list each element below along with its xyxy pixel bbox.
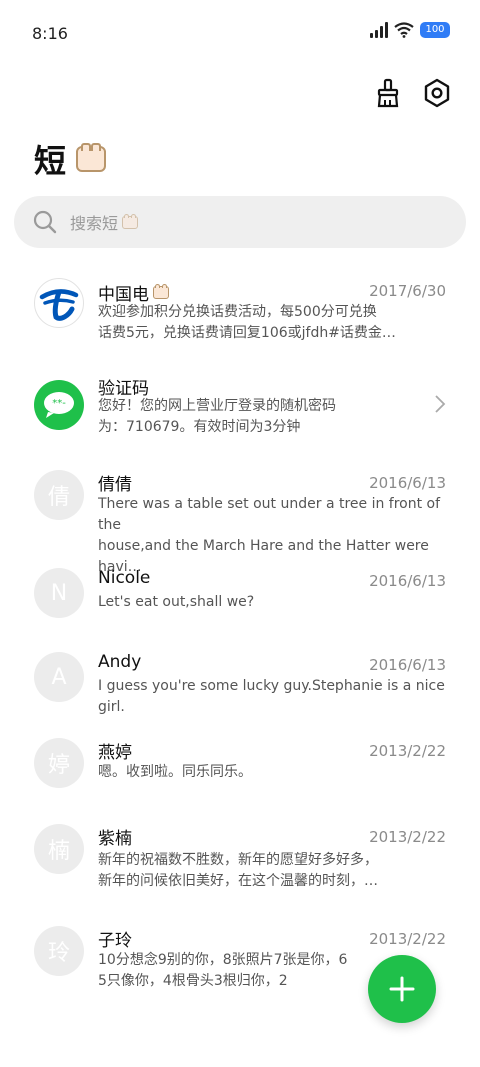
contact-name: Nicole <box>98 568 151 588</box>
avatar: **- <box>34 380 84 430</box>
cat-emoji-icon <box>122 213 139 229</box>
cat-emoji-icon <box>153 284 169 299</box>
message-preview: 新年的祝福数不胜数，新年的愿望好多好多， 新年的问候依旧美好，在这个温馨的时刻，… <box>98 852 378 889</box>
signal-icon <box>370 22 388 38</box>
plus-icon <box>389 976 415 1002</box>
contact-name: 紫楠 <box>98 829 132 849</box>
chevron-right-icon <box>435 395 446 413</box>
message-date: 2013/2/22 <box>369 930 446 948</box>
contact-name: Andy <box>98 652 142 672</box>
svg-text:**-: **- <box>52 398 66 409</box>
settings-hexagon-icon <box>424 78 450 108</box>
message-row[interactable]: 倩 倩倩 2016/6/13 There was a table set out… <box>0 458 480 575</box>
avatar: 婷 <box>34 738 84 788</box>
message-preview: Let's eat out,shall we? <box>98 594 255 610</box>
message-date: 2016/6/13 <box>369 474 446 492</box>
page-title: 短 <box>34 142 67 180</box>
message-preview: 10分想念9别的你，8张照片7张是你，6 5只像你，4根骨头3根归你，2 <box>98 952 348 989</box>
message-row[interactable]: 楠 紫楠 2013/2/22 新年的祝福数不胜数，新年的愿望好多好多， 新年的问… <box>0 814 480 912</box>
settings-button[interactable] <box>422 78 452 108</box>
top-actions <box>374 78 452 108</box>
avatar: 倩 <box>34 470 84 520</box>
system-icons: 100 <box>370 22 450 38</box>
search-bar[interactable]: 搜索短 <box>14 196 466 248</box>
china-telecom-logo-icon <box>39 289 79 321</box>
message-date: 2013/2/22 <box>369 742 446 760</box>
cat-emoji-icon <box>76 143 107 172</box>
wifi-icon <box>394 22 414 38</box>
message-date: 2013/2/22 <box>369 828 446 846</box>
message-row[interactable]: N Nicole 2016/6/13 Let's eat out,shall w… <box>0 558 480 642</box>
message-date: 2016/6/13 <box>369 656 446 674</box>
message-row[interactable]: 婷 燕婷 2013/2/22 嗯。收到啦。同乐同乐。 <box>0 728 480 814</box>
search-placeholder: 搜索短 <box>70 214 119 233</box>
message-bubble-icon: **- <box>44 392 74 418</box>
avatar: N <box>34 568 84 618</box>
avatar <box>34 278 84 328</box>
message-row[interactable]: A Andy 2016/6/13 I guess you're some luc… <box>0 642 480 728</box>
search-icon <box>33 210 57 234</box>
contact-name: 燕婷 <box>98 743 132 763</box>
compose-fab-button[interactable] <box>368 955 436 1023</box>
status-time: 8:16 <box>32 24 68 43</box>
brush-icon <box>377 78 399 108</box>
message-preview: 嗯。收到啦。同乐同乐。 <box>98 764 252 780</box>
avatar: 玲 <box>34 926 84 976</box>
status-bar: 8:16 100 <box>0 0 480 64</box>
clean-brush-button[interactable] <box>374 78 404 108</box>
contact-name: 子玲 <box>98 931 132 951</box>
message-preview: 欢迎参加积分兑换话费活动，每500分可兑换 话费5元，兑换话费请回复106或jf… <box>98 304 396 341</box>
search-input[interactable]: 搜索短 <box>70 210 139 234</box>
avatar: 楠 <box>34 824 84 874</box>
message-date: 2017/6/30 <box>369 282 446 300</box>
message-preview: I guess you're some lucky guy.Stephanie … <box>98 678 445 715</box>
message-preview: 您好！您的网上营业厅登录的随机密码 为：710679。有效时间为3分钟 <box>98 398 336 435</box>
avatar: A <box>34 652 84 702</box>
message-date: 2016/6/13 <box>369 572 446 590</box>
message-row[interactable]: **- 验证码 您好！您的网上营业厅登录的随机密码 为：710679。有效时间为… <box>0 360 480 458</box>
message-row[interactable]: 中国电 2017/6/30 欢迎参加积分兑换话费活动，每500分可兑换 话费5元… <box>0 262 480 360</box>
battery-icon: 100 <box>420 22 450 38</box>
page-title-row: 短 <box>34 136 107 182</box>
contact-name: 倩倩 <box>98 475 132 495</box>
message-list: 中国电 2017/6/30 欢迎参加积分兑换话费活动，每500分可兑换 话费5元… <box>0 262 480 1012</box>
